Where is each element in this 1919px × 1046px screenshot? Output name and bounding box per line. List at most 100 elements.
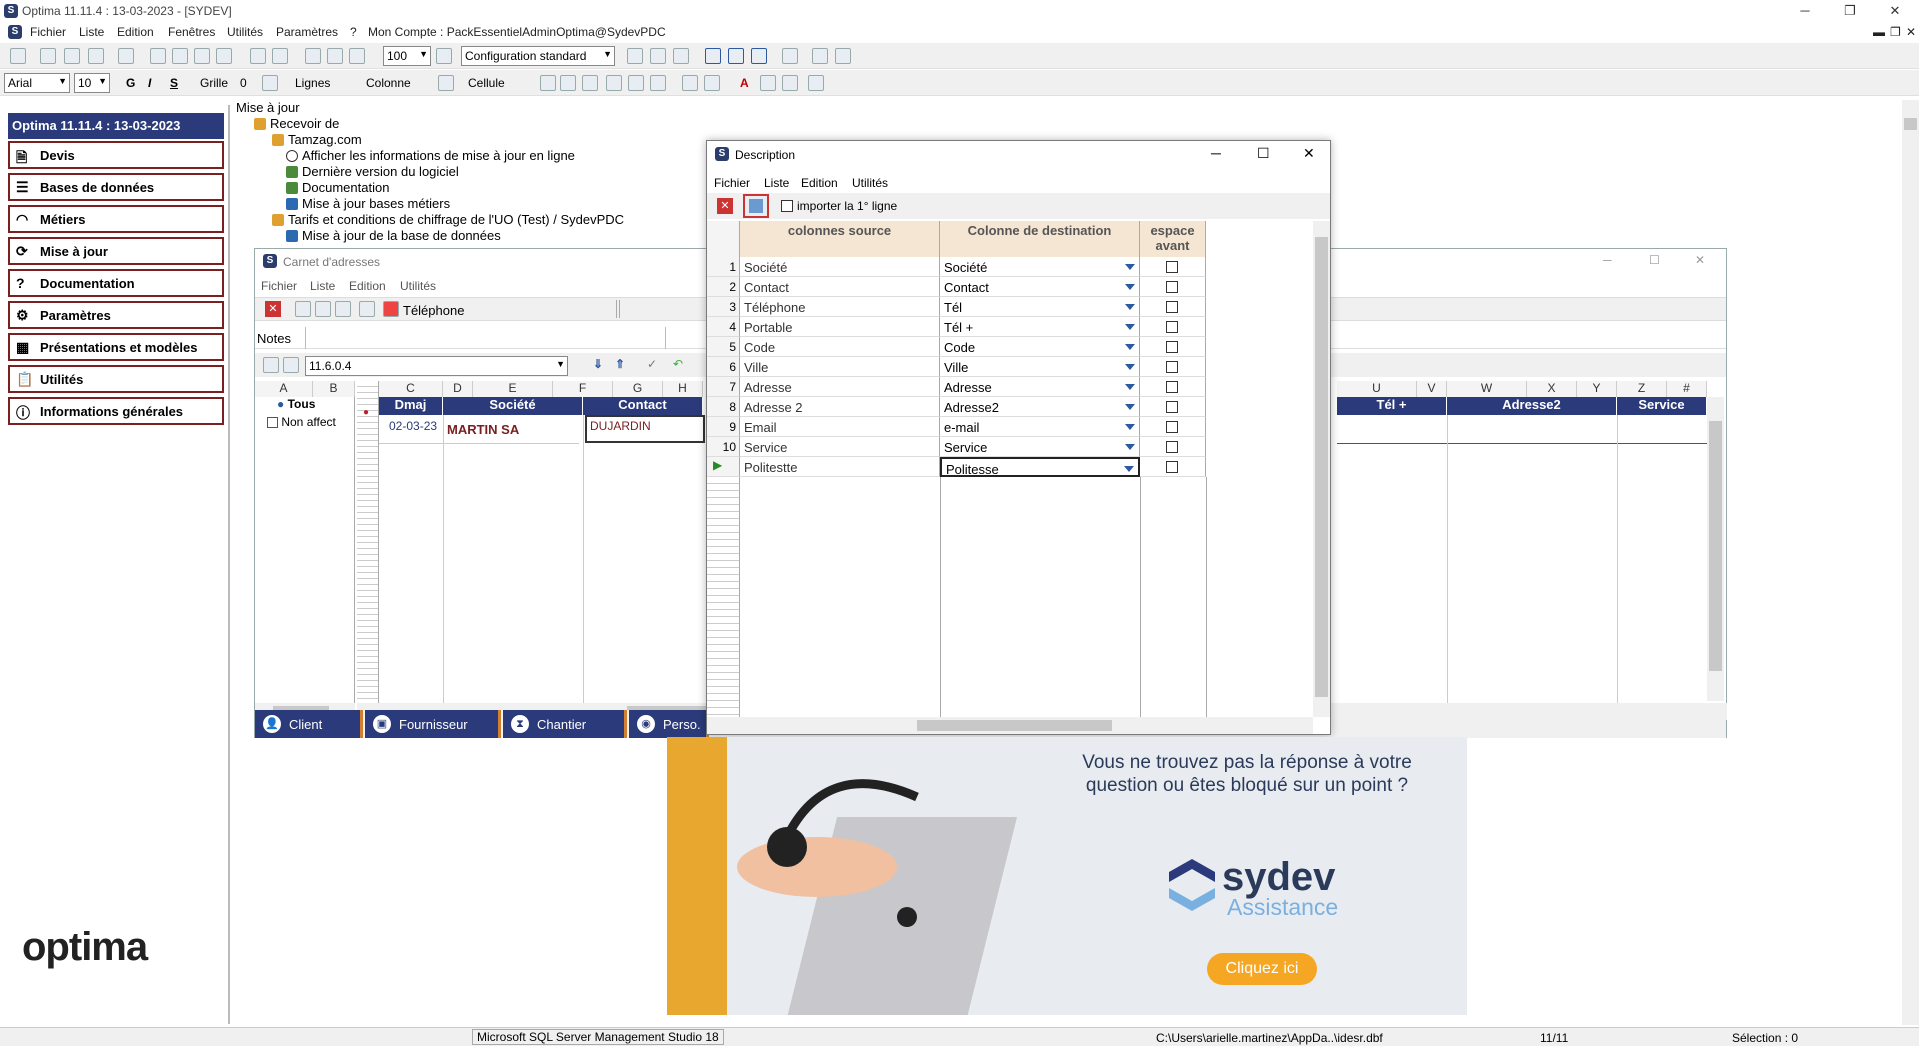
- espace-avant-checkbox[interactable]: [1166, 321, 1178, 333]
- grid-scroll-thumb[interactable]: [1709, 421, 1722, 671]
- status-app[interactable]: Microsoft SQL Server Management Studio 1…: [472, 1029, 724, 1045]
- desc-menu-fichier[interactable]: Fichier: [714, 176, 750, 190]
- desc-maximize-button[interactable]: ☐: [1257, 145, 1270, 162]
- nav-informations[interactable]: ⓘ Informations générales: [8, 397, 224, 425]
- folder-icon[interactable]: [118, 48, 134, 64]
- new-file-icon[interactable]: [40, 48, 56, 64]
- undo-icon[interactable]: [250, 48, 266, 64]
- carnet-maximize-button[interactable]: ☐: [1649, 253, 1660, 267]
- copy-icon[interactable]: [172, 48, 188, 64]
- settings-icon[interactable]: [835, 48, 851, 64]
- tab-client[interactable]: 👤 Client: [255, 710, 363, 738]
- espace-avant-checkbox[interactable]: [1166, 261, 1178, 273]
- grid-vertical-scrollbar[interactable]: [1707, 397, 1724, 701]
- desc-vertical-scrollbar[interactable]: [1313, 221, 1330, 717]
- tree-tamzag[interactable]: Tamzag.com: [272, 132, 362, 147]
- tree-root[interactable]: Mise à jour: [236, 100, 300, 115]
- color-grid-icon[interactable]: [383, 301, 399, 317]
- carnet-menu-liste[interactable]: Liste: [310, 279, 335, 293]
- desc-row-number[interactable]: 1: [707, 257, 740, 277]
- import-icon[interactable]: [315, 301, 331, 317]
- header-service[interactable]: Service: [1617, 397, 1707, 415]
- toolbar-field-1[interactable]: [507, 300, 617, 318]
- fill-color-icon[interactable]: [760, 75, 776, 91]
- header-societe[interactable]: Société: [443, 397, 583, 415]
- check-icon[interactable]: ✓: [647, 357, 657, 371]
- copy-window-icon[interactable]: [812, 48, 828, 64]
- desc-row-number[interactable]: 7: [707, 377, 740, 397]
- menu-utilites[interactable]: Utilités: [227, 25, 263, 39]
- close-red-icon[interactable]: ✕: [717, 198, 733, 214]
- arrow-top-icon[interactable]: [705, 48, 721, 64]
- espace-avant-checkbox[interactable]: [1166, 341, 1178, 353]
- border3-icon[interactable]: [582, 75, 598, 91]
- cliquez-ici-button[interactable]: Cliquez ici: [1207, 953, 1317, 985]
- carnet-menu-utilites[interactable]: Utilités: [400, 279, 436, 293]
- arrow-bottom-icon[interactable]: [728, 48, 744, 64]
- chevron-down-icon[interactable]: [1125, 384, 1135, 390]
- indent-icon[interactable]: [682, 75, 698, 91]
- menu-account[interactable]: Mon Compte : PackEssentielAdminOptima@Sy…: [368, 25, 666, 39]
- restore-button[interactable]: ❐: [1835, 2, 1865, 20]
- tree-documentation[interactable]: Documentation: [286, 180, 389, 195]
- align-right-icon[interactable]: [650, 75, 666, 91]
- grid-icon[interactable]: [262, 75, 278, 91]
- cellule-label[interactable]: Cellule: [468, 76, 505, 90]
- cell-societe[interactable]: MARTIN SA: [447, 422, 519, 437]
- main-vertical-scrollbar[interactable]: [1902, 100, 1919, 1025]
- mdi-min-icon[interactable]: ▬: [1873, 25, 1885, 39]
- header-dmaj[interactable]: Dmaj: [379, 397, 443, 415]
- import-button[interactable]: [743, 194, 769, 218]
- tree-tarifs[interactable]: Tarifs et conditions de chiffrage de l'U…: [272, 212, 624, 227]
- expand-icon[interactable]: [263, 357, 279, 373]
- espace-avant-checkbox[interactable]: [1166, 301, 1178, 313]
- import-first-line-checkbox[interactable]: [781, 200, 793, 212]
- desc-destination-cell[interactable]: Société: [940, 257, 1140, 277]
- desc-source-cell[interactable]: Code: [740, 337, 940, 357]
- save-icon[interactable]: [88, 48, 104, 64]
- redo-icon[interactable]: [272, 48, 288, 64]
- menu-help[interactable]: ?: [350, 25, 357, 39]
- desc-destination-cell[interactable]: Tél +: [940, 317, 1140, 337]
- align-left-icon[interactable]: [606, 75, 622, 91]
- espace-avant-checkbox[interactable]: [1166, 421, 1178, 433]
- desc-destination-cell[interactable]: Service: [940, 437, 1140, 457]
- layout3-icon[interactable]: [673, 48, 689, 64]
- header-contact[interactable]: Contact: [583, 397, 703, 415]
- desc-menu-utilites[interactable]: Utilités: [852, 176, 888, 190]
- menu-liste[interactable]: Liste: [79, 25, 104, 39]
- desc-minimize-button[interactable]: ─: [1211, 145, 1221, 161]
- cut-icon[interactable]: [150, 48, 166, 64]
- tree-recevoir[interactable]: Recevoir de: [254, 116, 339, 131]
- espace-avant-checkbox[interactable]: [1166, 361, 1178, 373]
- desc-source-cell[interactable]: Téléphone: [740, 297, 940, 317]
- chevron-down-icon[interactable]: [1125, 364, 1135, 370]
- main-scroll-thumb[interactable]: [1904, 118, 1917, 130]
- cell-contact[interactable]: DUJARDIN: [585, 415, 705, 443]
- desc-row-number[interactable]: 8: [707, 397, 740, 417]
- desc-row-number[interactable]: 3: [707, 297, 740, 317]
- nav-documentation[interactable]: ? Documentation: [8, 269, 224, 297]
- desc-row-number[interactable]: 9: [707, 417, 740, 437]
- desc-hscroll-thumb[interactable]: [917, 720, 1112, 731]
- font-select[interactable]: Arial ▼: [4, 73, 70, 93]
- desc-destination-cell[interactable]: Adresse2: [940, 397, 1140, 417]
- desc-menu-edition[interactable]: Edition: [801, 176, 838, 190]
- desc-row-number[interactable]: 6: [707, 357, 740, 377]
- calc-icon[interactable]: [808, 75, 824, 91]
- note-icon[interactable]: [335, 301, 351, 317]
- mdi-restore-icon[interactable]: ❐: [1890, 25, 1901, 39]
- brush-icon[interactable]: [782, 75, 798, 91]
- arrow-updown-icon[interactable]: [751, 48, 767, 64]
- assistance-banner[interactable]: Vous ne trouvez pas la réponse à votre q…: [667, 737, 1467, 1015]
- desc-destination-cell[interactable]: Ville: [940, 357, 1140, 377]
- sort-down-icon[interactable]: ⇓: [593, 357, 603, 371]
- font-color-icon[interactable]: A: [740, 76, 749, 90]
- desc-destination-cell[interactable]: Tél: [940, 297, 1140, 317]
- desc-row-number[interactable]: 4: [707, 317, 740, 337]
- config-select[interactable]: Configuration standard ▼: [461, 46, 615, 66]
- desc-row-number[interactable]: 10: [707, 437, 740, 457]
- bold-button[interactable]: G: [126, 76, 135, 90]
- desc-horizontal-scrollbar[interactable]: [707, 717, 1313, 734]
- carnet-menu-edition[interactable]: Edition: [349, 279, 386, 293]
